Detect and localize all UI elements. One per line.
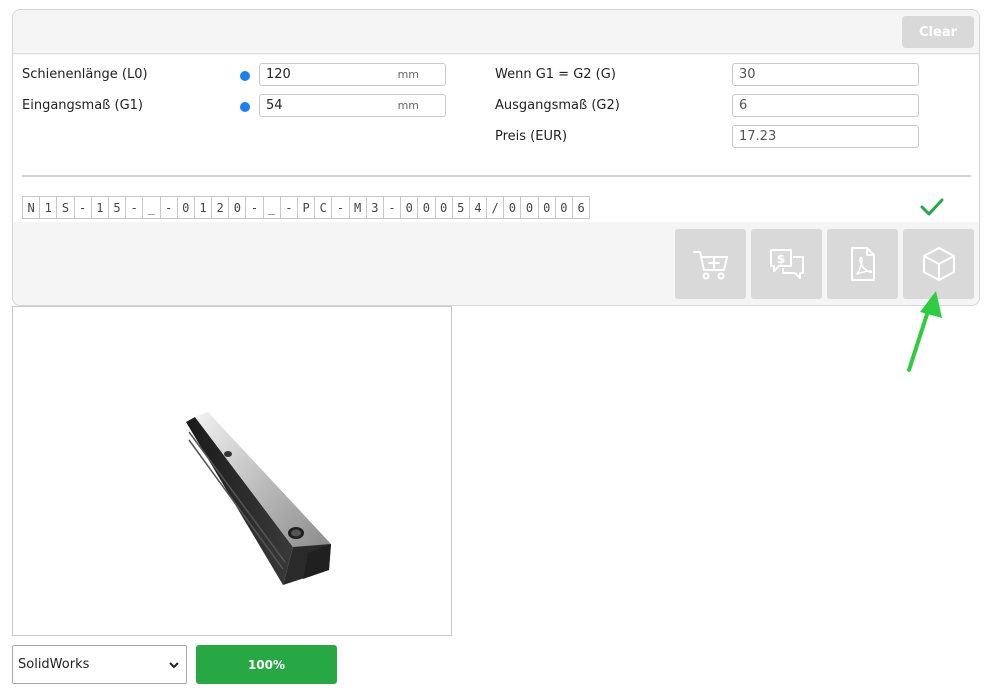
input-dimension-unit: mm: [397, 99, 419, 112]
chevron-down-icon: [169, 662, 179, 669]
price-chat-icon: $: [769, 249, 804, 279]
code-cell: 0: [521, 196, 539, 219]
rail-length-input[interactable]: 120 mm: [259, 63, 446, 86]
code-cell: 0: [538, 196, 556, 219]
code-cell: -: [383, 196, 402, 219]
code-cell: 0: [229, 196, 247, 219]
code-cell: -: [160, 196, 178, 219]
code-cell: _: [263, 196, 281, 219]
code-cell: 0: [555, 196, 573, 219]
code-cell: -: [74, 196, 92, 219]
price-label: Preis (EUR): [495, 129, 568, 144]
price-field: 17.23: [732, 125, 919, 148]
request-quote-button[interactable]: $: [751, 229, 822, 299]
annotation-arrow-icon: [907, 291, 942, 372]
g-equal-label: Wenn G1 = G2 (G): [495, 67, 616, 82]
configurator-panel: Clear Schienenlänge (L0) 120 mm Eingangs…: [12, 9, 980, 306]
output-dimension-value: 6: [739, 98, 748, 113]
code-cell: -: [332, 196, 350, 219]
progress-label: 100%: [247, 657, 286, 672]
code-cell: 1: [91, 196, 109, 219]
input-dimension-input[interactable]: 54 mm: [259, 94, 446, 117]
g-equal-field: 30: [732, 63, 919, 86]
code-cell: 5: [452, 196, 470, 219]
code-cell: 2: [212, 196, 230, 219]
panel-header: Clear: [13, 10, 979, 54]
code-cell: -: [280, 196, 298, 219]
cube-icon: [922, 247, 955, 281]
code-cell: M: [349, 196, 367, 219]
code-cell: 6: [573, 196, 591, 219]
code-cell: S: [57, 196, 75, 219]
rail-length-label: Schienenlänge (L0): [22, 67, 148, 82]
divider: [22, 175, 971, 177]
pdf-button[interactable]: [827, 229, 898, 299]
required-dot-icon: [240, 102, 250, 112]
rail-length-value: 120: [266, 67, 291, 82]
code-cell: 0: [504, 196, 522, 219]
cart-plus-icon: [692, 251, 728, 280]
output-dimension-label: Ausgangsmaß (G2): [495, 98, 620, 113]
code-cell: 0: [177, 196, 195, 219]
code-cell: 1: [40, 196, 58, 219]
rail-length-unit: mm: [397, 68, 419, 81]
code-cell: /: [487, 196, 505, 219]
input-dimension-value: 54: [266, 98, 283, 113]
code-cell: _: [143, 196, 161, 219]
output-dimension-field: 6: [732, 94, 919, 117]
code-cell: 4: [469, 196, 488, 219]
parameter-form: Schienenlänge (L0) 120 mm Eingangsmaß (G…: [13, 55, 979, 222]
cad-format-value: SolidWorks: [18, 657, 90, 672]
code-cell: -: [126, 196, 144, 219]
download-progress-button[interactable]: 100%: [196, 645, 337, 684]
clear-button[interactable]: Clear: [902, 16, 974, 48]
input-dimension-label: Eingangsmaß (G1): [22, 98, 143, 113]
checkmark-icon: [920, 198, 944, 216]
code-cell: C: [315, 196, 333, 219]
required-dot-icon: [240, 71, 250, 81]
svg-text:$: $: [776, 252, 784, 266]
linear-rail-model-image: [186, 412, 331, 585]
code-cell: 5: [108, 196, 127, 219]
price-value: 17.23: [739, 129, 777, 144]
code-cell: 0: [435, 196, 453, 219]
3d-model-viewer[interactable]: [12, 306, 452, 636]
cad-format-select[interactable]: SolidWorks: [12, 645, 187, 684]
part-number-code: N 1 S -1 5- _ -0 1 2 0- _ - P C - M 3-0 0 0 5 4/0 0 0 0 6: [22, 196, 591, 219]
code-cell: 0: [401, 196, 419, 219]
pdf-icon: [850, 247, 875, 281]
code-cell: 0: [418, 196, 436, 219]
code-cell: P: [298, 196, 316, 219]
code-cell: -: [246, 196, 264, 219]
code-cell: 1: [194, 196, 213, 219]
code-cell: 3: [366, 196, 384, 219]
code-cell: N: [23, 196, 41, 219]
add-to-cart-button[interactable]: [675, 229, 746, 299]
g-equal-value: 30: [739, 67, 756, 82]
